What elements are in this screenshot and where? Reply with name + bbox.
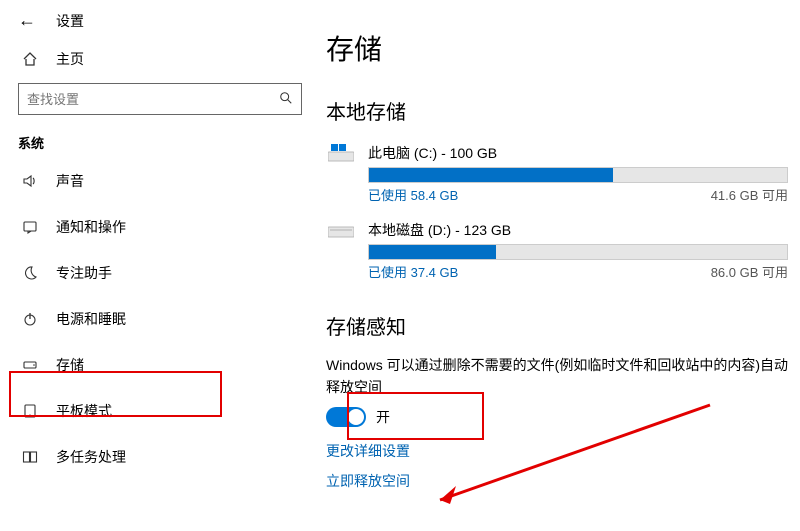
search-icon	[279, 91, 293, 108]
change-settings-link[interactable]: 更改详细设置	[326, 441, 788, 461]
sidebar-item-label: 专注助手	[56, 263, 112, 283]
sidebar-item-power[interactable]: 电源和睡眠	[0, 296, 320, 342]
drive-d-icon	[326, 220, 356, 240]
speaker-icon	[18, 173, 42, 189]
sidebar-item-focus[interactable]: 专注助手	[0, 250, 320, 296]
sidebar-item-storage[interactable]: 存储	[0, 342, 320, 388]
sidebar-item-label: 平板模式	[56, 401, 112, 421]
drive-name: 此电脑 (C:) - 100 GB	[368, 143, 497, 163]
tablet-icon	[18, 403, 42, 419]
sidebar-home[interactable]: 主页	[0, 39, 320, 79]
sidebar-home-label: 主页	[56, 49, 84, 69]
drive-used-link[interactable]: 已使用 58.4 GB	[368, 185, 458, 204]
drive-row[interactable]: 此电脑 (C:) - 100 GB 已使用 58.4 GB 41.6 GB 可用	[326, 143, 788, 204]
local-storage-heading: 本地存储	[326, 96, 788, 125]
drive-usage-bar	[368, 167, 788, 183]
toggle-label: 开	[376, 407, 390, 427]
window-title: 设置	[56, 11, 84, 31]
home-icon	[18, 51, 42, 67]
sidebar-item-label: 通知和操作	[56, 217, 126, 237]
sidebar-item-label: 存储	[56, 355, 84, 375]
sidebar-item-multitask[interactable]: 多任务处理	[0, 434, 320, 480]
drive-free-label: 41.6 GB 可用	[711, 185, 788, 204]
drive-free-label: 86.0 GB 可用	[711, 262, 788, 281]
search-box[interactable]	[18, 83, 302, 115]
back-button[interactable]: ←	[18, 10, 36, 31]
sidebar-item-tablet[interactable]: 平板模式	[0, 388, 320, 434]
storage-sense-desc: Windows 可以通过删除不需要的文件(例如临时文件和回收站中的内容)自动释放…	[326, 354, 788, 399]
storage-icon	[18, 357, 42, 373]
sidebar-item-notifications[interactable]: 通知和操作	[0, 204, 320, 250]
sidebar-item-sound[interactable]: 声音	[0, 158, 320, 204]
power-icon	[18, 311, 42, 327]
storage-sense-heading: 存储感知	[326, 311, 788, 340]
sidebar-item-label: 电源和睡眠	[56, 309, 126, 329]
multitask-icon	[18, 449, 42, 465]
sidebar-item-label: 声音	[56, 171, 84, 191]
notifications-icon	[18, 219, 42, 235]
sidebar-item-label: 多任务处理	[56, 447, 126, 467]
page-title: 存储	[326, 28, 788, 68]
search-input[interactable]	[27, 92, 279, 107]
storage-sense-toggle[interactable]	[326, 407, 366, 427]
drive-used-link[interactable]: 已使用 37.4 GB	[368, 262, 458, 281]
sidebar-section-label: 系统	[0, 133, 320, 158]
drive-c-icon	[326, 143, 356, 163]
drive-usage-bar	[368, 244, 788, 260]
drive-row[interactable]: 本地磁盘 (D:) - 123 GB 已使用 37.4 GB 86.0 GB 可…	[326, 220, 788, 281]
drive-name: 本地磁盘 (D:) - 123 GB	[368, 220, 511, 240]
free-up-now-link[interactable]: 立即释放空间	[326, 471, 788, 491]
moon-icon	[18, 265, 42, 281]
